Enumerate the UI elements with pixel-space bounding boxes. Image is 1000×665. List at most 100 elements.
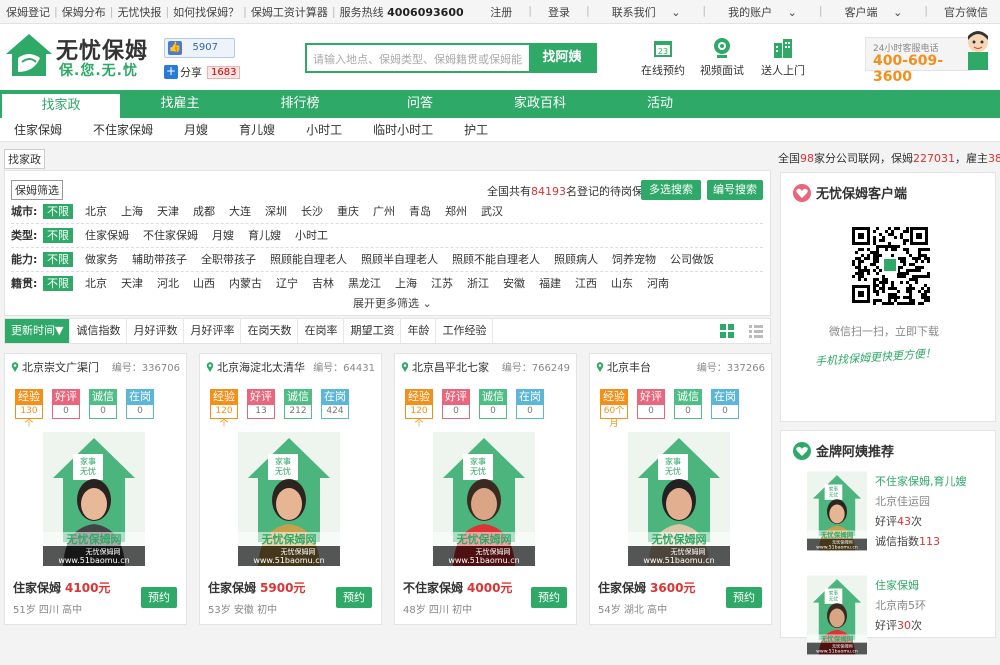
- subnav-hourly[interactable]: 小时工: [306, 121, 342, 138]
- quick-video-interview[interactable]: 视频面试: [697, 37, 747, 78]
- filter-option[interactable]: 广州: [373, 203, 395, 219]
- filter-option[interactable]: 河北: [157, 275, 179, 291]
- sort-good-rate[interactable]: 月好评率: [184, 319, 242, 343]
- search-input[interactable]: 请输入地点、保姆类型、保姆籍贯或保姆能力...: [313, 51, 523, 67]
- filter-option[interactable]: 长沙: [301, 203, 323, 219]
- filter-option[interactable]: 天津: [157, 203, 179, 219]
- nanny-photo[interactable]: 家事 无忧 无忧保姆网 无忧保姆网 www.51baomu.cn: [807, 471, 867, 551]
- quick-online-booking[interactable]: 23 在线预约: [638, 37, 688, 78]
- filter-option[interactable]: 吉林: [312, 275, 334, 291]
- link-login[interactable]: 登录: [542, 4, 576, 20]
- sort-good-reviews[interactable]: 月好评数: [127, 319, 185, 343]
- share-widget[interactable]: + 分享 1683: [164, 64, 241, 80]
- filter-all[interactable]: 不限: [43, 227, 73, 243]
- filter-option[interactable]: 辅助带孩子: [132, 251, 187, 267]
- filter-option[interactable]: 大连: [229, 203, 251, 219]
- expand-filters-button[interactable]: 展开更多筛选 ⌄: [353, 295, 432, 311]
- filter-option[interactable]: 深圳: [265, 203, 287, 219]
- filter-option[interactable]: 月嫂: [212, 227, 234, 243]
- filter-option[interactable]: 福建: [539, 275, 561, 291]
- menu-account[interactable]: 我的账户 ⌄: [716, 4, 809, 20]
- list-view-icon[interactable]: [747, 322, 765, 340]
- filter-option[interactable]: 育儿嫂: [248, 227, 281, 243]
- nav-ranking[interactable]: 排行榜: [240, 90, 360, 118]
- nanny-photo[interactable]: 家事 无忧 无忧保姆网 无忧保姆网 www.51baomu.cn: [628, 432, 730, 566]
- nav-encyclopedia[interactable]: 家政百科: [480, 90, 600, 118]
- filter-option[interactable]: 成都: [193, 203, 215, 219]
- link-news[interactable]: 无忧快报: [117, 4, 161, 20]
- filter-option[interactable]: 小时工: [295, 227, 328, 243]
- menu-contact[interactable]: 联系我们 ⌄: [600, 4, 693, 20]
- filter-option[interactable]: 重庆: [337, 203, 359, 219]
- book-button[interactable]: 预约: [336, 587, 372, 608]
- nanny-card[interactable]: 北京海淀北太清华 编号：64431 经验 120个 好评 13 诚信 212 在…: [199, 353, 382, 625]
- breadcrumb[interactable]: 找家政: [4, 149, 45, 169]
- book-button[interactable]: 预约: [726, 587, 762, 608]
- subnav-live-in[interactable]: 住家保姆: [14, 121, 62, 138]
- filter-option[interactable]: 饲养宠物: [612, 251, 656, 267]
- sort-experience[interactable]: 工作经验: [436, 319, 494, 343]
- filter-option[interactable]: 河南: [647, 275, 669, 291]
- recommend-item[interactable]: 家事 无忧 无忧保姆网 无忧保姆网 www.51baomu.cn 住家保姆 北京…: [793, 575, 993, 665]
- filter-option[interactable]: 照顾能自理老人: [270, 251, 347, 267]
- filter-option[interactable]: 公司做饭: [670, 251, 714, 267]
- nanny-photo[interactable]: 家事 无忧 无忧保姆网 无忧保姆网 www.51baomu.cn: [433, 432, 535, 566]
- filter-option[interactable]: 安徽: [503, 275, 525, 291]
- filter-option[interactable]: 江西: [575, 275, 597, 291]
- filter-option[interactable]: 天津: [121, 275, 143, 291]
- sort-on-duty-rate[interactable]: 在岗率: [298, 319, 345, 343]
- book-button[interactable]: 预约: [531, 587, 567, 608]
- nanny-card[interactable]: 北京丰台 编号：337266 经验 60个月 好评 0 诚信 0 在岗 0 家事…: [589, 353, 772, 625]
- quick-home-delivery[interactable]: 送人上门: [758, 37, 808, 78]
- filter-all[interactable]: 不限: [43, 203, 73, 219]
- recommend-item[interactable]: 家事 无忧 无忧保姆网 无忧保姆网 www.51baomu.cn 不住家保姆,育…: [793, 471, 993, 561]
- filter-option[interactable]: 江苏: [431, 275, 453, 291]
- link-wechat[interactable]: 官方微信: [938, 4, 994, 20]
- filter-option[interactable]: 全职带孩子: [201, 251, 256, 267]
- filter-option[interactable]: 照顾半自理老人: [361, 251, 438, 267]
- filter-option[interactable]: 郑州: [445, 203, 467, 219]
- filter-option[interactable]: 山东: [611, 275, 633, 291]
- search-button[interactable]: 找阿姨: [529, 45, 595, 71]
- filter-option[interactable]: 上海: [121, 203, 143, 219]
- filter-option[interactable]: 北京: [85, 203, 107, 219]
- subnav-live-out[interactable]: 不住家保姆: [93, 121, 153, 138]
- filter-option[interactable]: 不住家保姆: [143, 227, 198, 243]
- sort-on-duty-days[interactable]: 在岗天数: [241, 319, 299, 343]
- nav-qa[interactable]: 问答: [360, 90, 480, 118]
- site-logo[interactable]: 无忧保姆 保.您.无.忧: [4, 32, 154, 80]
- subnav-maternity[interactable]: 月嫂: [184, 121, 208, 138]
- nav-find-employer[interactable]: 找雇主: [120, 90, 240, 118]
- link-nanny-map[interactable]: 保姆分布: [62, 4, 106, 20]
- nanny-photo[interactable]: 家事 无忧 无忧保姆网 无忧保姆网 www.51baomu.cn: [238, 432, 340, 566]
- grid-view-icon[interactable]: [718, 322, 736, 340]
- sort-age[interactable]: 年龄: [401, 319, 437, 343]
- id-search-button[interactable]: 编号搜索: [707, 180, 763, 200]
- filter-option[interactable]: 住家保姆: [85, 227, 129, 243]
- filter-option[interactable]: 辽宁: [276, 275, 298, 291]
- filter-option[interactable]: 内蒙古: [229, 275, 262, 291]
- nav-activities[interactable]: 活动: [600, 90, 720, 118]
- qr-code[interactable]: [850, 225, 930, 305]
- nanny-card[interactable]: 北京昌平北七家 编号：766249 经验 120个 好评 0 诚信 0 在岗 0…: [394, 353, 577, 625]
- sort-update-time[interactable]: 更新时间▼: [5, 319, 71, 343]
- filter-option[interactable]: 照顾病人: [554, 251, 598, 267]
- filter-option[interactable]: 做家务: [85, 251, 118, 267]
- filter-option[interactable]: 青岛: [409, 203, 431, 219]
- filter-option[interactable]: 北京: [85, 275, 107, 291]
- filter-option[interactable]: 照顾不能自理老人: [452, 251, 540, 267]
- filter-option[interactable]: 黑龙江: [348, 275, 381, 291]
- sort-expected-wage[interactable]: 期望工资: [344, 319, 402, 343]
- filter-option[interactable]: 武汉: [481, 203, 503, 219]
- link-register-nanny[interactable]: 保姆登记: [6, 4, 50, 20]
- book-button[interactable]: 预约: [141, 587, 177, 608]
- filter-option[interactable]: 上海: [395, 275, 417, 291]
- subnav-temp-hourly[interactable]: 临时小时工: [373, 121, 433, 138]
- like-widget[interactable]: 👍 5907: [164, 38, 235, 58]
- sort-integrity[interactable]: 诚信指数: [70, 319, 128, 343]
- link-how-to-find[interactable]: 如何找保姆？: [173, 4, 239, 20]
- link-salary-calculator[interactable]: 保姆工资计算器: [251, 4, 328, 20]
- nanny-photo[interactable]: 家事 无忧 无忧保姆网 无忧保姆网 www.51baomu.cn: [807, 575, 867, 655]
- subnav-nanny[interactable]: 育儿嫂: [239, 121, 275, 138]
- link-register[interactable]: 注册: [484, 4, 518, 20]
